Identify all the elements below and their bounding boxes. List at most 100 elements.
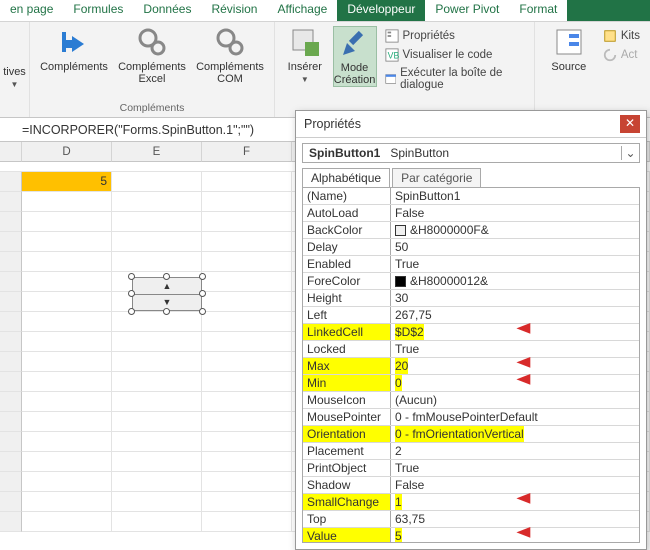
property-value[interactable]: False bbox=[391, 477, 639, 493]
property-value[interactable]: 63,75 bbox=[391, 511, 639, 527]
property-value[interactable]: 1 bbox=[391, 494, 639, 510]
property-name: Locked bbox=[303, 341, 391, 357]
ribbon-tab-développeur[interactable]: Développeur bbox=[337, 0, 425, 21]
property-value[interactable]: &H8000000F& bbox=[391, 222, 639, 238]
view-code-label: Visualiser le code bbox=[403, 49, 493, 61]
xml-kits-command[interactable]: Kits bbox=[601, 28, 642, 44]
xml-source-button[interactable]: Source bbox=[543, 26, 595, 73]
view-code-command[interactable]: VB Visualiser le code bbox=[383, 47, 526, 63]
property-value[interactable]: $D$2 bbox=[391, 324, 639, 340]
excel-addins-label: ComplémentsExcel bbox=[118, 61, 186, 85]
col-header[interactable]: F bbox=[202, 142, 292, 162]
triangle-down-icon: ▼ bbox=[163, 297, 172, 307]
property-row[interactable]: Max20 bbox=[303, 358, 639, 375]
object-selector[interactable]: SpinButton1 SpinButton ⌄ bbox=[302, 143, 640, 163]
property-row[interactable]: Top63,75 bbox=[303, 511, 639, 528]
property-value[interactable]: SpinButton1 bbox=[391, 188, 639, 204]
property-row[interactable]: LinkedCell$D$2 bbox=[303, 324, 639, 341]
properties-titlebar[interactable]: Propriétés ✕ bbox=[296, 111, 646, 138]
property-row[interactable]: (Name)SpinButton1 bbox=[303, 188, 639, 205]
property-row[interactable]: Placement2 bbox=[303, 443, 639, 460]
refresh-icon bbox=[603, 48, 617, 62]
kits-icon bbox=[603, 29, 617, 43]
ribbon-tab-données[interactable]: Données bbox=[133, 0, 201, 21]
property-name: Delay bbox=[303, 239, 391, 255]
ribbon-tab-power-pivot[interactable]: Power Pivot bbox=[425, 0, 509, 21]
tives-label: tives bbox=[3, 66, 26, 78]
property-row[interactable]: Left267,75 bbox=[303, 307, 639, 324]
highlight-marker: ◀ bbox=[516, 353, 530, 370]
properties-grid[interactable]: (Name)SpinButton1AutoLoadFalseBackColor&… bbox=[302, 187, 640, 543]
ribbon-tab-format[interactable]: Format bbox=[509, 0, 567, 21]
svg-text:VB: VB bbox=[387, 51, 398, 61]
property-value[interactable]: 30 bbox=[391, 290, 639, 306]
addins-label: Compléments bbox=[40, 61, 108, 73]
insert-control-button[interactable]: Insérer ▼ bbox=[283, 26, 327, 84]
property-name: MousePointer bbox=[303, 409, 391, 425]
property-value[interactable]: 267,75 bbox=[391, 307, 639, 323]
spinbutton-control[interactable]: ▲ ▼ bbox=[130, 275, 204, 313]
triangle-up-icon: ▲ bbox=[163, 281, 172, 291]
highlight-marker: ◀ bbox=[516, 370, 530, 387]
property-row[interactable]: BackColor&H8000000F& bbox=[303, 222, 639, 239]
com-addins-button[interactable]: ComplémentsCOM bbox=[194, 26, 266, 85]
tives-button[interactable]: tives ▼ bbox=[1, 26, 29, 89]
tab-categorized[interactable]: Par catégorie bbox=[392, 168, 481, 187]
property-value[interactable]: &H80000012& bbox=[391, 273, 639, 289]
gear-icon bbox=[214, 26, 246, 58]
ribbon-tab-formules[interactable]: Formules bbox=[63, 0, 133, 21]
property-row[interactable]: Delay50 bbox=[303, 239, 639, 256]
design-mode-icon bbox=[339, 27, 371, 59]
property-value[interactable]: 2 bbox=[391, 443, 639, 459]
xml-act-command[interactable]: Act bbox=[601, 47, 642, 63]
properties-window[interactable]: Propriétés ✕ SpinButton1 SpinButton ⌄ Al… bbox=[295, 110, 647, 550]
property-name: Enabled bbox=[303, 256, 391, 272]
chevron-down-icon[interactable]: ⌄ bbox=[621, 146, 639, 160]
highlight-marker: ◀ bbox=[516, 489, 530, 506]
col-header[interactable]: D bbox=[22, 142, 112, 162]
tab-alphabetic[interactable]: Alphabétique bbox=[302, 168, 390, 187]
property-value[interactable]: 0 - fmOrientationVertical bbox=[391, 426, 639, 442]
property-row[interactable]: MousePointer0 - fmMousePointerDefault bbox=[303, 409, 639, 426]
property-value[interactable]: False bbox=[391, 205, 639, 221]
property-name: Max bbox=[303, 358, 391, 374]
close-button[interactable]: ✕ bbox=[620, 115, 640, 133]
addins-button[interactable]: Compléments bbox=[38, 26, 110, 73]
properties-command[interactable]: Propriétés bbox=[383, 28, 526, 44]
property-value[interactable]: 0 - fmMousePointerDefault bbox=[391, 409, 639, 425]
properties-title-text: Propriétés bbox=[304, 117, 361, 131]
property-row[interactable]: ShadowFalse bbox=[303, 477, 639, 494]
property-value[interactable]: 50 bbox=[391, 239, 639, 255]
property-row[interactable]: Min0 bbox=[303, 375, 639, 392]
property-row[interactable]: ForeColor&H80000012& bbox=[303, 273, 639, 290]
ribbon-tab-affichage[interactable]: Affichage bbox=[267, 0, 337, 21]
color-swatch bbox=[395, 225, 406, 236]
property-value[interactable]: True bbox=[391, 256, 639, 272]
property-value[interactable]: (Aucun) bbox=[391, 392, 639, 408]
property-value[interactable]: 20 bbox=[391, 358, 639, 374]
ribbon-tab-révision[interactable]: Révision bbox=[201, 0, 267, 21]
property-row[interactable]: LockedTrue bbox=[303, 341, 639, 358]
property-name: PrintObject bbox=[303, 460, 391, 476]
property-row[interactable]: EnabledTrue bbox=[303, 256, 639, 273]
property-value[interactable]: 0 bbox=[391, 375, 639, 391]
col-header[interactable]: E bbox=[112, 142, 202, 162]
property-row[interactable]: Height30 bbox=[303, 290, 639, 307]
property-name: Orientation bbox=[303, 426, 391, 442]
property-name: Placement bbox=[303, 443, 391, 459]
run-dialog-command[interactable]: Exécuter la boîte de dialogue bbox=[383, 66, 526, 92]
active-cell[interactable]: 5 bbox=[22, 172, 112, 192]
property-row[interactable]: AutoLoadFalse bbox=[303, 205, 639, 222]
ribbon-tab-en-page[interactable]: en page bbox=[0, 0, 63, 21]
property-row[interactable]: Orientation0 - fmOrientationVertical bbox=[303, 426, 639, 443]
kits-label: Kits bbox=[621, 30, 640, 42]
property-row[interactable]: SmallChange1 bbox=[303, 494, 639, 511]
spin-up[interactable]: ▲ bbox=[133, 278, 201, 295]
property-row[interactable]: PrintObjectTrue bbox=[303, 460, 639, 477]
design-mode-button[interactable]: ModeCréation bbox=[333, 26, 377, 87]
property-value[interactable]: True bbox=[391, 341, 639, 357]
property-value[interactable]: True bbox=[391, 460, 639, 476]
addins-icon bbox=[58, 26, 90, 58]
excel-addins-button[interactable]: ComplémentsExcel bbox=[116, 26, 188, 85]
property-row[interactable]: MouseIcon(Aucun) bbox=[303, 392, 639, 409]
